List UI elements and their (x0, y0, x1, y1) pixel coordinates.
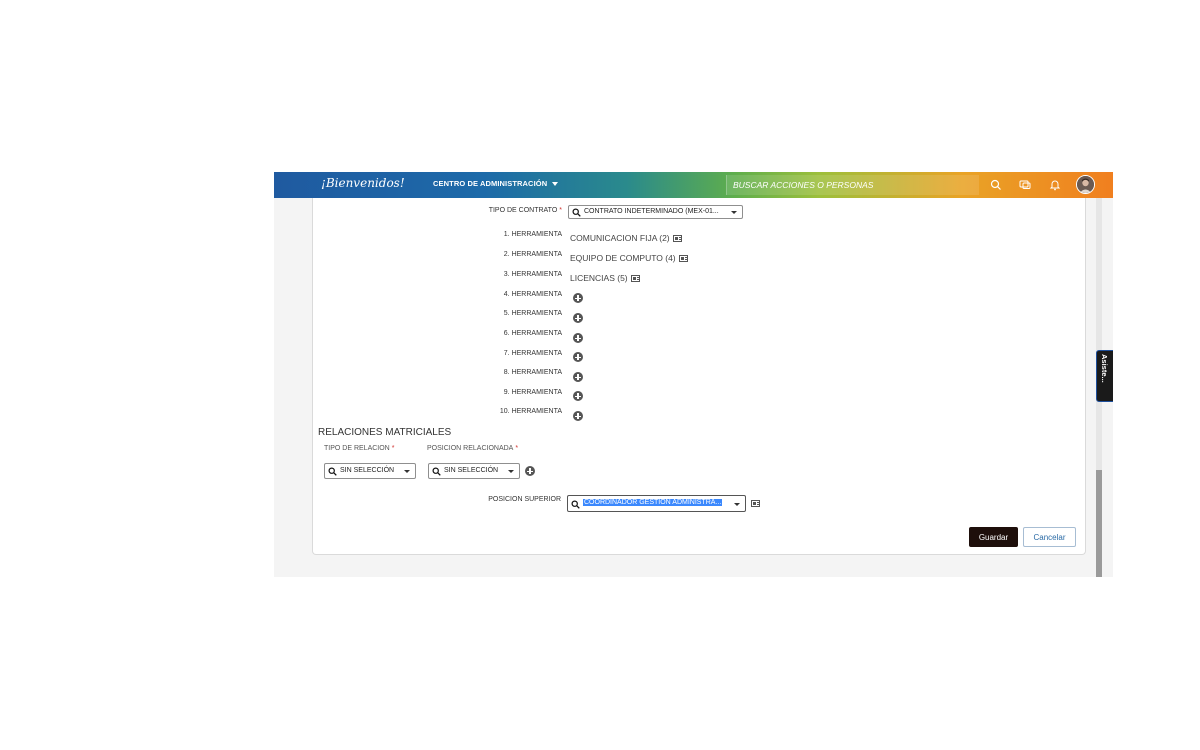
chevron-down-icon (734, 502, 740, 506)
id-card-icon[interactable] (751, 500, 760, 507)
guardar-button[interactable]: Guardar (969, 527, 1018, 547)
herramienta-label-7: 7. HERRAMIENTA (503, 350, 562, 357)
search-icon[interactable] (989, 178, 1003, 192)
herramienta-label-8: 8. HERRAMIENTA (503, 369, 562, 376)
add-relacion-button[interactable] (525, 466, 535, 476)
add-herramienta-7-button[interactable] (573, 352, 583, 362)
assistant-tab-label: Asiste... (1100, 354, 1109, 383)
herramienta-label-2: 2. HERRAMIENTA (503, 251, 562, 258)
herramienta-label-1: 1. HERRAMIENTA (503, 231, 562, 238)
herramienta-value-1: COMUNICACION FIJA (2) (570, 233, 682, 243)
posicion-relacionada-label-text: POSICION RELACIONADA (427, 445, 514, 452)
chat-icon[interactable] (1018, 178, 1032, 192)
admin-center-menu[interactable]: CENTRO DE ADMINISTRACIÓN (433, 179, 559, 188)
herramienta-label-5: 5. HERRAMIENTA (503, 310, 562, 317)
id-card-icon[interactable] (672, 235, 682, 243)
app-window: ¡Bienvenidos! CENTRO DE ADMINISTRACIÓN B… (274, 172, 1113, 577)
assistant-side-tab[interactable]: Asiste... (1096, 350, 1113, 402)
scrollbar-thumb[interactable] (1096, 470, 1102, 577)
id-card-icon[interactable] (630, 275, 640, 283)
chevron-down-icon (552, 182, 559, 187)
bell-icon[interactable] (1048, 178, 1062, 192)
posicion-relacionada-value: SIN SELECCIÓN (444, 467, 499, 474)
add-herramienta-8-button[interactable] (573, 372, 583, 382)
herramienta-value-text-1: COMUNICACION FIJA (2) (570, 233, 670, 243)
herramienta-value-2: EQUIPO DE COMPUTO (4) (570, 253, 688, 263)
posicion-relacionada-label: POSICION RELACIONADA * (427, 445, 518, 452)
search-icon (328, 467, 337, 476)
tipo-relacion-value: SIN SELECCIÓN (340, 467, 395, 474)
chevron-down-icon (731, 211, 737, 214)
required-marker: * (515, 445, 519, 452)
global-search-input[interactable]: BUSCAR ACCIONES O PERSONAS (726, 175, 979, 195)
add-herramienta-9-button[interactable] (573, 391, 583, 401)
relaciones-matriciales-title: RELACIONES MATRICIALES (318, 427, 452, 438)
tipo-relacion-select[interactable]: SIN SELECCIÓN (324, 463, 416, 479)
id-card-icon[interactable] (678, 255, 688, 263)
cancelar-button[interactable]: Cancelar (1023, 527, 1076, 547)
search-icon (432, 467, 441, 476)
search-icon (571, 500, 580, 509)
herramienta-label-10: 10. HERRAMIENTA (499, 408, 562, 415)
add-herramienta-6-button[interactable] (573, 333, 583, 343)
herramienta-label-4: 4. HERRAMIENTA (503, 291, 562, 298)
admin-center-label: CENTRO DE ADMINISTRACIÓN (433, 179, 548, 188)
user-avatar[interactable] (1076, 175, 1095, 194)
add-herramienta-5-button[interactable] (573, 313, 583, 323)
herramienta-value-3: LICENCIAS (5) (570, 273, 640, 283)
herramienta-label-6: 6. HERRAMIENTA (503, 330, 562, 337)
search-placeholder: BUSCAR ACCIONES O PERSONAS (733, 180, 874, 190)
herramienta-label-9: 9. HERRAMIENTA (503, 389, 562, 396)
herramienta-value-text-2: EQUIPO DE COMPUTO (4) (570, 253, 676, 263)
tipo-relacion-label-text: TIPO DE RELACION (324, 445, 390, 452)
posicion-relacionada-select[interactable]: SIN SELECCIÓN (428, 463, 520, 479)
chevron-down-icon (508, 470, 514, 473)
tipo-contrato-label-text: TIPO DE CONTRATO (488, 207, 558, 214)
add-herramienta-10-button[interactable] (573, 411, 583, 421)
tipo-contrato-label: TIPO DE CONTRATO * (442, 207, 562, 214)
top-navigation-bar: ¡Bienvenidos! CENTRO DE ADMINISTRACIÓN B… (274, 172, 1113, 198)
posicion-superior-value: COORDINADOR GESTION ADMINISTRA... (583, 499, 723, 506)
required-marker: * (559, 207, 562, 214)
required-marker: * (391, 445, 395, 452)
avatar-icon (1077, 176, 1094, 193)
welcome-logo[interactable]: ¡Bienvenidos! (321, 176, 405, 190)
tipo-contrato-value: CONTRATO INDETERMINADO (MEX-01... (584, 208, 719, 215)
search-icon (572, 208, 581, 217)
tipo-contrato-select[interactable]: CONTRATO INDETERMINADO (MEX-01... (568, 205, 743, 219)
herramienta-label-3: 3. HERRAMIENTA (503, 271, 562, 278)
chevron-down-icon (404, 470, 410, 473)
tipo-relacion-label: TIPO DE RELACION * (324, 445, 394, 452)
herramienta-value-text-3: LICENCIAS (5) (570, 273, 628, 283)
posicion-superior-label: POSICION SUPERIOR (488, 496, 561, 503)
add-herramienta-4-button[interactable] (573, 293, 583, 303)
posicion-superior-select[interactable]: COORDINADOR GESTION ADMINISTRA... (567, 495, 746, 512)
